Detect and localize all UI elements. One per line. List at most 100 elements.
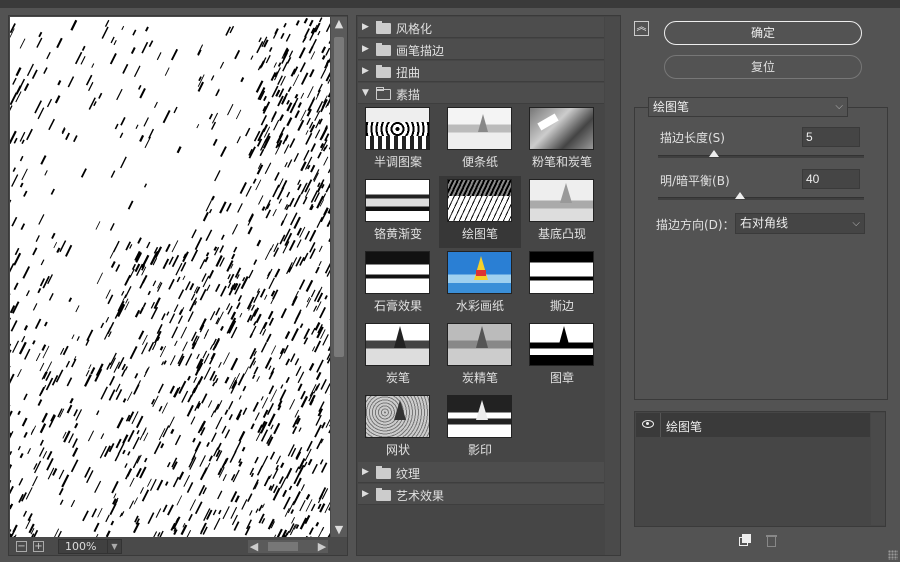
filter-thumb-photocopy[interactable]: 影印 [439, 392, 521, 464]
scroll-left-arrow-icon[interactable]: ◀ [248, 540, 260, 553]
category-stylize[interactable]: ▶ 风格化 [358, 17, 604, 38]
scroll-right-arrow-icon[interactable]: ▶ [316, 540, 328, 553]
filter-thumb-bas-relief[interactable]: 基底凸现 [521, 176, 603, 248]
zoom-in-button[interactable]: + [33, 541, 44, 552]
pen-stroke [286, 99, 290, 105]
pen-stroke [80, 56, 86, 65]
pen-stroke [314, 322, 321, 331]
pen-stroke [71, 438, 78, 449]
slider-handle[interactable] [708, 150, 719, 157]
category-distort[interactable]: ▶ 扭曲 [358, 61, 604, 82]
pen-stroke [305, 279, 314, 292]
scroll-down-arrow-icon[interactable]: ▼ [333, 524, 345, 536]
pen-stroke [209, 311, 216, 321]
pen-stroke [227, 274, 231, 280]
pen-stroke [164, 67, 170, 76]
filter-thumb-water-paper[interactable]: 水彩画纸 [439, 248, 521, 320]
new-effect-layer-icon[interactable] [739, 534, 752, 547]
effect-layer-row[interactable]: 绘图笔 [636, 413, 870, 437]
pen-stroke [299, 499, 306, 512]
pen-stroke [148, 40, 154, 48]
filter-thumb-halftone[interactable]: 半调图案 [357, 104, 439, 176]
filter-thumb-chrome[interactable]: 铬黄渐变 [357, 176, 439, 248]
category-brush-strokes[interactable]: ▶ 画笔描边 [358, 39, 604, 60]
pen-stroke [19, 452, 24, 459]
pen-stroke [310, 289, 316, 298]
balance-input[interactable] [802, 169, 860, 189]
pen-stroke [121, 369, 126, 377]
category-artistic[interactable]: ▶ 艺术效果 [358, 484, 604, 505]
category-texture[interactable]: ▶ 纹理 [358, 462, 604, 483]
filter-label: 绘图笔 [461, 227, 498, 241]
reset-button[interactable]: 复位 [664, 55, 862, 79]
stroke-length-input[interactable] [802, 127, 860, 147]
filter-thumb-charcoal[interactable]: 炭笔 [357, 320, 439, 392]
pen-stroke [206, 509, 213, 520]
pen-stroke [218, 361, 222, 368]
pen-stroke [299, 323, 304, 329]
filter-preview-image [365, 107, 430, 150]
pen-stroke [137, 84, 142, 90]
collapse-gallery-button[interactable]: ︽ [634, 21, 649, 36]
filter-thumb-note-paper[interactable]: 便条纸 [439, 104, 521, 176]
pen-stroke [205, 229, 213, 242]
pen-stroke [18, 477, 24, 486]
pen-stroke [121, 290, 125, 296]
ok-button[interactable]: 确定 [664, 21, 862, 45]
pen-stroke [141, 41, 149, 54]
filter-thumb-graphic-pen[interactable]: 绘图笔 [439, 176, 521, 248]
stroke-direction-select[interactable]: 右对角线 ⌵ [735, 213, 865, 234]
stroke-length-slider[interactable] [658, 150, 864, 158]
pen-stroke [300, 161, 307, 172]
preview-image[interactable] [10, 17, 330, 537]
filter-type-select[interactable]: 绘图笔 ⌵ [648, 97, 848, 117]
slider-handle[interactable] [735, 192, 746, 199]
pen-stroke [280, 213, 288, 227]
scroll-thumb-horizontal[interactable] [268, 542, 298, 551]
pen-stroke [259, 322, 267, 335]
preview-vertical-scrollbar[interactable]: ▲ ▼ [331, 17, 347, 537]
pen-stroke [158, 405, 163, 412]
pen-stroke [166, 461, 171, 468]
scroll-thumb[interactable] [334, 37, 344, 357]
filter-thumb-chalk-charcoal[interactable]: 粉笔和炭笔 [521, 104, 603, 176]
scroll-up-arrow-icon[interactable]: ▲ [333, 18, 345, 30]
filter-preview-image [529, 251, 594, 294]
folder-icon [376, 65, 391, 78]
pen-stroke [101, 26, 109, 39]
zoom-out-button[interactable]: − [16, 541, 27, 552]
pen-stroke [244, 366, 249, 375]
pen-stroke [116, 88, 123, 101]
pen-stroke [10, 92, 18, 106]
pen-stroke [215, 307, 221, 316]
filter-thumb-torn-edges[interactable]: 撕边 [521, 248, 603, 320]
pen-stroke [120, 156, 127, 169]
gallery-scrollbar[interactable] [605, 17, 620, 555]
resize-grip-icon[interactable] [888, 550, 898, 560]
pen-stroke [185, 281, 191, 291]
category-sketch[interactable]: ▼ 素描 [358, 83, 604, 104]
pen-stroke [300, 484, 305, 491]
trash-icon[interactable] [766, 534, 777, 547]
pen-stroke [38, 214, 45, 225]
filter-thumb-conte-crayon[interactable]: 炭精笔 [439, 320, 521, 392]
pen-stroke [255, 431, 262, 442]
preview-horizontal-scrollbar[interactable]: ◀ ▶ [248, 540, 328, 553]
pen-stroke [10, 503, 14, 510]
filter-thumb-reticulation[interactable]: 网状 [357, 392, 439, 464]
filter-thumb-plaster[interactable]: 石膏效果 [357, 248, 439, 320]
balance-slider[interactable] [658, 192, 864, 200]
pen-stroke [222, 506, 230, 520]
eye-icon[interactable] [642, 420, 654, 428]
pen-stroke [206, 441, 210, 448]
pen-stroke [217, 490, 223, 500]
zoom-level-select[interactable]: 100% ▼ [58, 539, 122, 554]
pen-stroke [300, 72, 309, 85]
pen-stroke [133, 65, 141, 78]
pen-stroke [108, 389, 116, 401]
filter-label: 铬黄渐变 [373, 227, 422, 241]
pen-stroke [59, 240, 67, 253]
layers-scrollbar[interactable] [871, 413, 885, 525]
pen-stroke [152, 280, 157, 287]
filter-thumb-stamp[interactable]: 图章 [521, 320, 603, 392]
